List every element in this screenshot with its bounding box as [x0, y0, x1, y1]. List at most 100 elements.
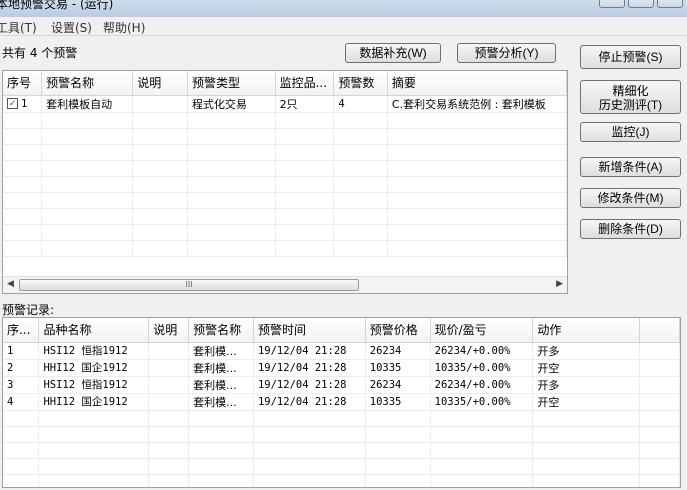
alerts-header-row: 序号 预警名称 说明 预警类型 监控品... 预警数 摘要 — [3, 71, 567, 96]
col-header-monitored[interactable]: 监控品... — [275, 71, 335, 96]
historical-backtest-button[interactable]: 精细化 历史测评(T) — [580, 80, 681, 114]
record-action: 开空 — [532, 393, 641, 411]
record-row[interactable]: 3 HSI12 恒指1912 套利模... 19/12/04 21:28 262… — [3, 376, 680, 394]
col-header-alert-name[interactable]: 预警名称 — [41, 71, 134, 96]
record-index: 4 — [3, 393, 40, 411]
menu-tools[interactable]: 工具(T) — [0, 19, 37, 36]
col-header-alert-count[interactable]: 预警数 — [333, 71, 388, 96]
alert-index: 1 — [21, 97, 28, 110]
alert-type: 程式化交易 — [187, 95, 276, 113]
col-header-product[interactable]: 品种名称 — [38, 318, 150, 343]
record-product: HHI12 国企1912 — [38, 359, 150, 377]
record-row-empty — [3, 474, 680, 487]
alert-row-empty — [3, 112, 567, 129]
menu-bar: 工具(T) 设置(S) 帮助(H) — [0, 17, 687, 36]
record-pnl: 10335/+0.00% — [430, 359, 534, 377]
record-price: 26234 — [365, 376, 431, 394]
record-row-empty — [3, 442, 680, 459]
alert-description — [132, 95, 188, 113]
record-time: 19/12/04 21:28 — [253, 376, 366, 394]
data-supplement-button[interactable]: 数据补充(W) — [345, 43, 441, 63]
alert-row-empty — [3, 224, 567, 241]
col-header-record-description[interactable]: 说明 — [148, 318, 190, 343]
backtest-label-line1: 精细化 — [612, 84, 649, 98]
alert-row-empty — [3, 176, 567, 193]
record-row-empty — [3, 426, 680, 443]
col-header-record-alert-name[interactable]: 预警名称 — [188, 318, 254, 343]
col-header-price-pnl[interactable]: 现价/盈亏 — [430, 318, 534, 343]
col-header-record-index[interactable]: 序... — [3, 318, 40, 343]
record-description — [148, 376, 190, 394]
col-header-index[interactable]: 序号 — [3, 71, 43, 96]
record-pnl: 10335/+0.00% — [430, 393, 534, 411]
record-price: 26234 — [365, 342, 431, 360]
record-index: 3 — [3, 376, 40, 394]
record-row-empty — [3, 410, 680, 427]
record-alert-name: 套利模... — [188, 359, 254, 377]
add-condition-button[interactable]: 新增条件(A) — [580, 157, 681, 177]
alert-name: 套利模板自动 — [41, 95, 134, 113]
alert-row-empty — [3, 192, 567, 209]
delete-condition-button[interactable]: 删除条件(D) — [580, 219, 681, 239]
record-row[interactable]: 2 HHI12 国企1912 套利模... 19/12/04 21:28 103… — [3, 359, 680, 377]
window-controls — [596, 0, 683, 11]
scroll-right-icon[interactable]: ▶ — [556, 279, 563, 289]
record-product: HHI12 国企1912 — [38, 393, 150, 411]
alert-row-empty — [3, 144, 567, 161]
alert-index-cell: ✓ 1 — [3, 95, 43, 113]
alert-row-empty — [3, 208, 567, 225]
backtest-label-line2: 历史测评(T) — [598, 98, 663, 112]
maximize-button[interactable] — [628, 0, 654, 8]
record-action: 开多 — [532, 376, 641, 394]
col-header-alert-type[interactable]: 预警类型 — [187, 71, 276, 96]
record-pnl: 26234/+0.00% — [430, 342, 534, 360]
record-description — [148, 359, 190, 377]
stop-alert-button[interactable]: 停止预警(S) — [580, 45, 681, 69]
alert-row-empty — [3, 160, 567, 177]
record-time: 19/12/04 21:28 — [253, 359, 366, 377]
scroll-thumb[interactable]: III — [19, 279, 359, 291]
records-label: 预警记录: — [2, 303, 55, 317]
record-row[interactable]: 4 HHI12 国企1912 套利模... 19/12/04 21:28 103… — [3, 393, 680, 411]
col-header-action[interactable]: 动作 — [532, 318, 641, 343]
minimize-button[interactable] — [599, 0, 625, 8]
close-button[interactable] — [657, 0, 683, 8]
alert-row-empty — [3, 128, 567, 145]
record-alert-name: 套利模... — [188, 376, 254, 394]
record-product: HSI12 恒指1912 — [38, 376, 150, 394]
record-index: 1 — [3, 342, 40, 360]
scroll-left-icon[interactable]: ◀ — [7, 279, 14, 289]
col-header-summary[interactable]: 摘要 — [387, 71, 567, 96]
record-description — [148, 393, 190, 411]
record-price: 10335 — [365, 359, 431, 377]
record-alert-name: 套利模... — [188, 393, 254, 411]
horizontal-scrollbar[interactable]: ◀ III ▶ — [3, 276, 567, 293]
monitor-button[interactable]: 监控(J) — [580, 122, 681, 142]
title-bar: 本地预警交易 - (运行) — [0, 0, 687, 17]
records-list[interactable]: 序... 品种名称 说明 预警名称 预警时间 预警价格 现价/盈亏 动作 1 H… — [2, 317, 681, 488]
record-index: 2 — [3, 359, 40, 377]
col-header-description[interactable]: 说明 — [132, 71, 188, 96]
menu-help[interactable]: 帮助(H) — [103, 19, 145, 36]
window-title: 本地预警交易 - (运行) — [0, 0, 114, 11]
record-time: 19/12/04 21:28 — [253, 393, 366, 411]
record-product: HSI12 恒指1912 — [38, 342, 150, 360]
menu-settings[interactable]: 设置(S) — [51, 19, 92, 36]
alert-count-label: 共有 4 个预警 — [2, 46, 78, 60]
record-action: 开空 — [532, 359, 641, 377]
col-header-alert-time[interactable]: 预警时间 — [253, 318, 366, 343]
records-table: 序... 品种名称 说明 预警名称 预警时间 预警价格 现价/盈亏 动作 1 H… — [3, 318, 680, 487]
record-row-empty — [3, 458, 680, 475]
record-action: 开多 — [532, 342, 641, 360]
records-header-row: 序... 品种名称 说明 预警名称 预警时间 预警价格 现价/盈亏 动作 — [3, 318, 680, 343]
alert-monitored: 2只 — [275, 95, 335, 113]
alert-row-empty — [3, 240, 567, 257]
alert-analysis-button[interactable]: 预警分析(Y) — [457, 43, 556, 63]
col-header-filler — [639, 318, 680, 343]
alert-row[interactable]: ✓ 1 套利模板自动 程式化交易 2只 4 C.套利交易系统范例 : 套利模板 — [3, 95, 567, 113]
modify-condition-button[interactable]: 修改条件(M) — [580, 188, 681, 208]
alert-enabled-checkbox[interactable]: ✓ — [7, 98, 18, 109]
alerts-list[interactable]: 序号 预警名称 说明 预警类型 监控品... 预警数 摘要 ✓ 1 套利模板自动 … — [2, 70, 568, 294]
col-header-alert-price[interactable]: 预警价格 — [365, 318, 431, 343]
record-row[interactable]: 1 HSI12 恒指1912 套利模... 19/12/04 21:28 262… — [3, 342, 680, 360]
